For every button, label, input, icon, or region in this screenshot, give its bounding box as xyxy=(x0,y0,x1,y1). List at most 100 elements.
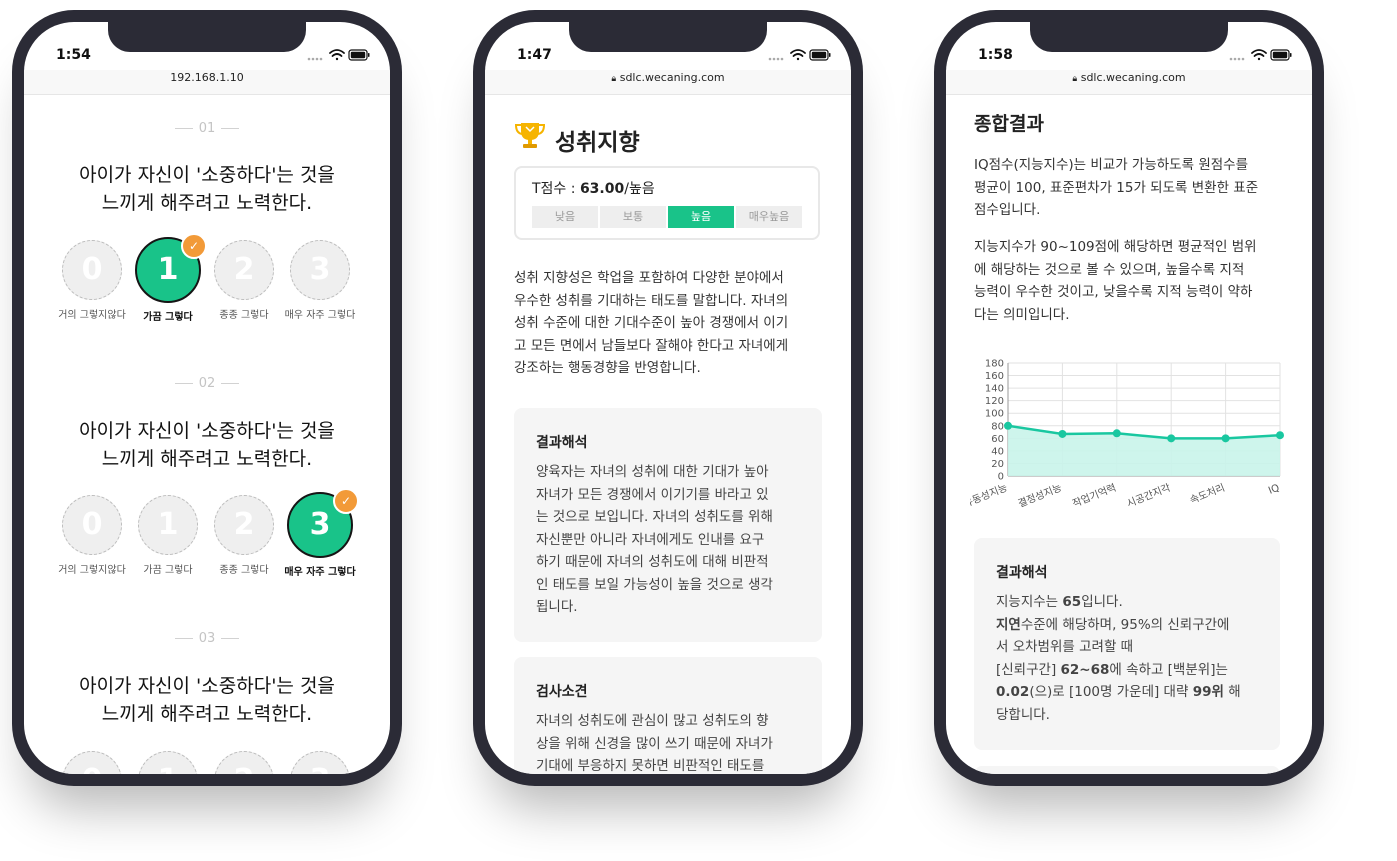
option-circle[interactable]: 3 xyxy=(290,751,350,774)
data-point xyxy=(1276,431,1284,440)
section-title: 종합결과 xyxy=(974,113,1044,135)
option-label: 가끔 그렇다 xyxy=(143,312,193,323)
data-point xyxy=(1167,434,1176,443)
option-circle[interactable]: 2 xyxy=(214,240,274,300)
data-point xyxy=(1058,429,1067,438)
level-scale: 낮음 보통 높음 매우높음 xyxy=(532,206,802,228)
option-circle[interactable]: 2 xyxy=(214,751,274,774)
answer-options: 0 1 2 3 xyxy=(24,751,390,774)
url-bar[interactable]: 🔒︎ sdlc.wecaning.com xyxy=(485,70,851,95)
battery-icon xyxy=(348,49,370,61)
url-text: sdlc.wecaning.com xyxy=(1080,71,1186,84)
level-normal: 보통 xyxy=(600,206,666,228)
opinion-card: 검사소견 자녀의 성취도에 관심이 많고 성취도의 향 상을 위해 신경을 많이 … xyxy=(514,657,822,774)
status-time: 1:58 xyxy=(978,47,1013,63)
option-1[interactable]: 1 가끔 그렇다 xyxy=(128,495,208,576)
phone-frame-1: 1:54 192.168.1.10 01 아이가 자신이 '소중하다'는 것을 느… xyxy=(12,10,402,786)
x-tick-label: 결정성지능 xyxy=(1016,482,1063,510)
x-tick-label: 속도처리 xyxy=(1188,482,1227,507)
signal-icon xyxy=(1229,57,1245,61)
t-score-box: T점수 : 63.00/높음 낮음 보통 높음 매우높음 xyxy=(514,166,820,240)
option-circle[interactable]: 0 xyxy=(62,751,122,774)
option-1[interactable]: 1 xyxy=(128,751,208,774)
phone-frame-3: 1:58 🔒︎ sdlc.wecaning.com 종합결과 IQ점수(지능지수… xyxy=(934,10,1324,786)
option-circle-selected[interactable]: 1 ✓ xyxy=(135,233,207,303)
option-label: 거의 그렇지않다 xyxy=(58,310,126,321)
iq-description: IQ점수(지능지수)는 비교가 가능하도록 원점수를 평균이 100, 표준편차가… xyxy=(974,157,1259,218)
option-0[interactable]: 0 거의 그렇지않다 xyxy=(52,495,132,576)
result-heading: 결과해석 xyxy=(996,565,1048,581)
option-2[interactable]: 2 xyxy=(204,751,284,774)
y-tick-label: 20 xyxy=(991,459,1004,470)
wifi-icon xyxy=(790,49,806,61)
option-circle[interactable]: 1 xyxy=(138,751,198,774)
status-time: 1:47 xyxy=(517,47,552,63)
data-point xyxy=(1221,434,1230,443)
option-label: 매우 자주 그렇다 xyxy=(284,310,356,321)
result-text: 양육자는 자녀의 성취에 대한 기대가 높아 자녀가 모든 경쟁에서 이기기를 바… xyxy=(536,464,773,615)
level-high-active: 높음 xyxy=(668,206,734,228)
option-circle[interactable]: 3 xyxy=(290,240,350,300)
opinion-heading: 검사소견 xyxy=(536,684,588,700)
phone-screen-1: 1:54 192.168.1.10 01 아이가 자신이 '소중하다'는 것을 느… xyxy=(24,22,390,774)
x-tick-label: 작업기억력 xyxy=(1070,481,1118,510)
area-fill xyxy=(1008,425,1280,476)
option-2[interactable]: 2 종종 그렇다 xyxy=(204,495,284,576)
status-icons xyxy=(768,49,831,61)
phone-frame-2: 1:47 🔒︎ sdlc.wecaning.com 성취지향 T점수 : 63.… xyxy=(473,10,863,786)
data-point xyxy=(1004,421,1012,430)
y-tick-label: 140 xyxy=(985,384,1004,395)
option-0[interactable]: 0 거의 그렇지않다 xyxy=(52,240,132,321)
option-circle[interactable]: 0 xyxy=(62,495,122,555)
option-circle[interactable]: 1 xyxy=(138,495,198,555)
question-number: 02 xyxy=(24,376,390,391)
question-text: 아이가 자신이 '소중하다'는 것을 느끼게 해주려고 노력한다. xyxy=(79,420,335,470)
y-tick-label: 120 xyxy=(985,396,1004,407)
x-tick-label: 시공간지각 xyxy=(1125,482,1172,510)
battery-icon xyxy=(809,49,831,61)
notch xyxy=(108,22,306,52)
option-2[interactable]: 2 종종 그렇다 xyxy=(204,240,284,321)
y-tick-label: 180 xyxy=(985,359,1004,370)
next-card xyxy=(974,766,1280,774)
option-label: 가끔 그렇다 xyxy=(143,565,193,576)
option-circle[interactable]: 2 xyxy=(214,495,274,555)
url-bar[interactable]: 🔒︎ sdlc.wecaning.com xyxy=(946,70,1312,95)
iq-chart: 0 20 4060 80100 120140 160180 유동성지능 결정성지능 작업기억력 시… xyxy=(970,359,1284,510)
status-icons xyxy=(1229,49,1292,61)
report-content: 성취지향 T점수 : 63.00/높음 낮음 보통 높음 매우높음 성취 지향성… xyxy=(485,95,851,774)
trophy-icon xyxy=(515,123,545,148)
option-circle[interactable]: 0 xyxy=(62,240,122,300)
survey-content: 01 아이가 자신이 '소중하다'는 것을 느끼게 해주려고 노력한다. 0 거의 … xyxy=(24,95,390,774)
x-tick-label: 유동성지능 xyxy=(970,482,1009,510)
option-1-selected[interactable]: 1 ✓ 가끔 그렇다 xyxy=(128,233,208,323)
result-card: 결과해석 지능지수는 65입니다. 지연수준에 해당하며, 95%의 신뢰구간에… xyxy=(974,538,1280,750)
url-bar[interactable]: 192.168.1.10 xyxy=(24,70,390,95)
y-tick-label: 40 xyxy=(991,446,1004,457)
level-low: 낮음 xyxy=(532,206,598,228)
result-text: 지능지수는 65입니다. 지연수준에 해당하며, 95%의 신뢰구간에 서 오차… xyxy=(996,594,1241,723)
y-tick-label: 80 xyxy=(991,421,1004,432)
t-score-text: T점수 : 63.00/높음 xyxy=(532,181,655,197)
status-icons xyxy=(307,49,370,61)
phone-screen-3: 1:58 🔒︎ sdlc.wecaning.com 종합결과 IQ점수(지능지수… xyxy=(946,22,1312,774)
option-3[interactable]: 3 xyxy=(280,751,360,774)
notch xyxy=(569,22,767,52)
answer-options: 0 거의 그렇지않다 1 가끔 그렇다 2 종종 그렇다 3 ✓ 매우 자주 그렇다 xyxy=(24,488,390,585)
question-text: 아이가 자신이 '소중하다'는 것을 느끼게 해주려고 노력한다. xyxy=(79,675,335,725)
wifi-icon xyxy=(1251,49,1267,61)
opinion-text: 자녀의 성취도에 관심이 많고 성취도의 향 상을 위해 신경을 많이 쓰기 때문… xyxy=(536,713,773,774)
phone-screen-2: 1:47 🔒︎ sdlc.wecaning.com 성취지향 T점수 : 63.… xyxy=(485,22,851,774)
result-heading: 결과해석 xyxy=(536,435,588,451)
lock-icon: 🔒︎ xyxy=(611,74,617,84)
wifi-icon xyxy=(329,49,345,61)
question-text: 아이가 자신이 '소중하다'는 것을 느끼게 해주려고 노력한다. xyxy=(79,164,335,214)
option-3-selected[interactable]: 3 ✓ 매우 자주 그렇다 xyxy=(280,488,360,578)
level-very-high: 매우높음 xyxy=(736,206,802,228)
battery-icon xyxy=(1270,49,1292,61)
option-3[interactable]: 3 매우 자주 그렇다 xyxy=(280,240,360,321)
notch xyxy=(1030,22,1228,52)
y-tick-label: 100 xyxy=(985,409,1004,420)
option-circle-selected[interactable]: 3 ✓ xyxy=(287,488,359,558)
option-0[interactable]: 0 xyxy=(52,751,132,774)
